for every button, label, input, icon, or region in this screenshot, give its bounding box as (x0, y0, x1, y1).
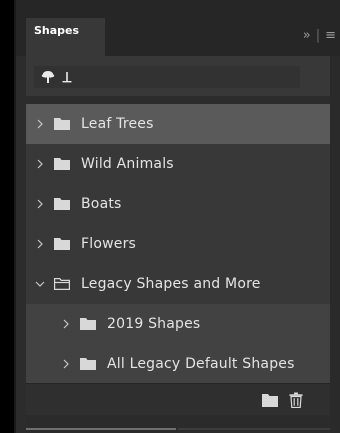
chevron-right-icon[interactable] (60, 359, 72, 369)
list-item-all-legacy-default-shapes[interactable]: All Legacy Default Shapes (26, 344, 330, 384)
folder-icon (54, 238, 70, 250)
list-item-label: Boats (81, 196, 122, 212)
new-group-folder-icon[interactable] (262, 392, 278, 408)
screen: Shapes » | ≡ Leaf Trees Wild Animals Boa… (0, 0, 340, 433)
list-item-label: Flowers (81, 236, 137, 252)
footer-divider (178, 428, 330, 430)
list-item-label: Legacy Shapes and More (81, 276, 261, 292)
resize-handle[interactable] (26, 428, 176, 430)
list-item-boats[interactable]: Boats (26, 184, 330, 224)
trash-icon[interactable] (288, 392, 304, 408)
folder-icon (54, 118, 70, 130)
list-item-label: Leaf Trees (81, 116, 154, 132)
folder-icon (54, 198, 70, 210)
panel-scroll-gutter (330, 56, 340, 433)
panel-footer (26, 415, 330, 433)
folder-icon (80, 358, 96, 370)
list-item-label: All Legacy Default Shapes (107, 356, 295, 372)
list-item-wild-animals[interactable]: Wild Animals (26, 144, 330, 184)
chevron-right-icon[interactable] (34, 239, 46, 249)
collapse-panel-icon[interactable]: » (303, 28, 311, 43)
panel-bottom-bar (26, 383, 330, 416)
toolbar-box (34, 66, 300, 88)
panel-menu-controls: » | ≡ (303, 28, 336, 43)
tree-shape-icon[interactable] (40, 69, 56, 85)
folder-icon (80, 318, 96, 330)
list-item-flowers[interactable]: Flowers (26, 224, 330, 264)
panel-menu-icon[interactable]: ≡ (325, 28, 336, 43)
chevron-right-icon[interactable] (60, 319, 72, 329)
shape-group-list: Leaf Trees Wild Animals Boats Flowers Le… (26, 104, 330, 384)
chevron-right-icon[interactable] (34, 159, 46, 169)
folder-icon (54, 158, 70, 170)
anchor-down-icon[interactable] (59, 69, 75, 85)
chevron-down-icon[interactable] (34, 280, 46, 288)
list-item-label: 2019 Shapes (107, 316, 201, 332)
list-item-label: Wild Animals (81, 156, 174, 172)
panel-tab-bar: Shapes » | ≡ (16, 0, 340, 56)
chevron-right-icon[interactable] (34, 119, 46, 129)
chevron-right-icon[interactable] (34, 199, 46, 209)
shapes-panel: Shapes » | ≡ Leaf Trees Wild Animals Boa… (14, 0, 340, 433)
tab-shapes[interactable]: Shapes (26, 18, 106, 56)
list-item-2019-shapes[interactable]: 2019 Shapes (26, 304, 330, 344)
list-item-leaf-trees[interactable]: Leaf Trees (26, 104, 330, 144)
menu-separator: | (315, 28, 321, 43)
list-item-legacy-shapes-and-more[interactable]: Legacy Shapes and More (26, 264, 330, 304)
shapes-toolbar (26, 56, 340, 96)
open-folder-icon (54, 278, 70, 290)
